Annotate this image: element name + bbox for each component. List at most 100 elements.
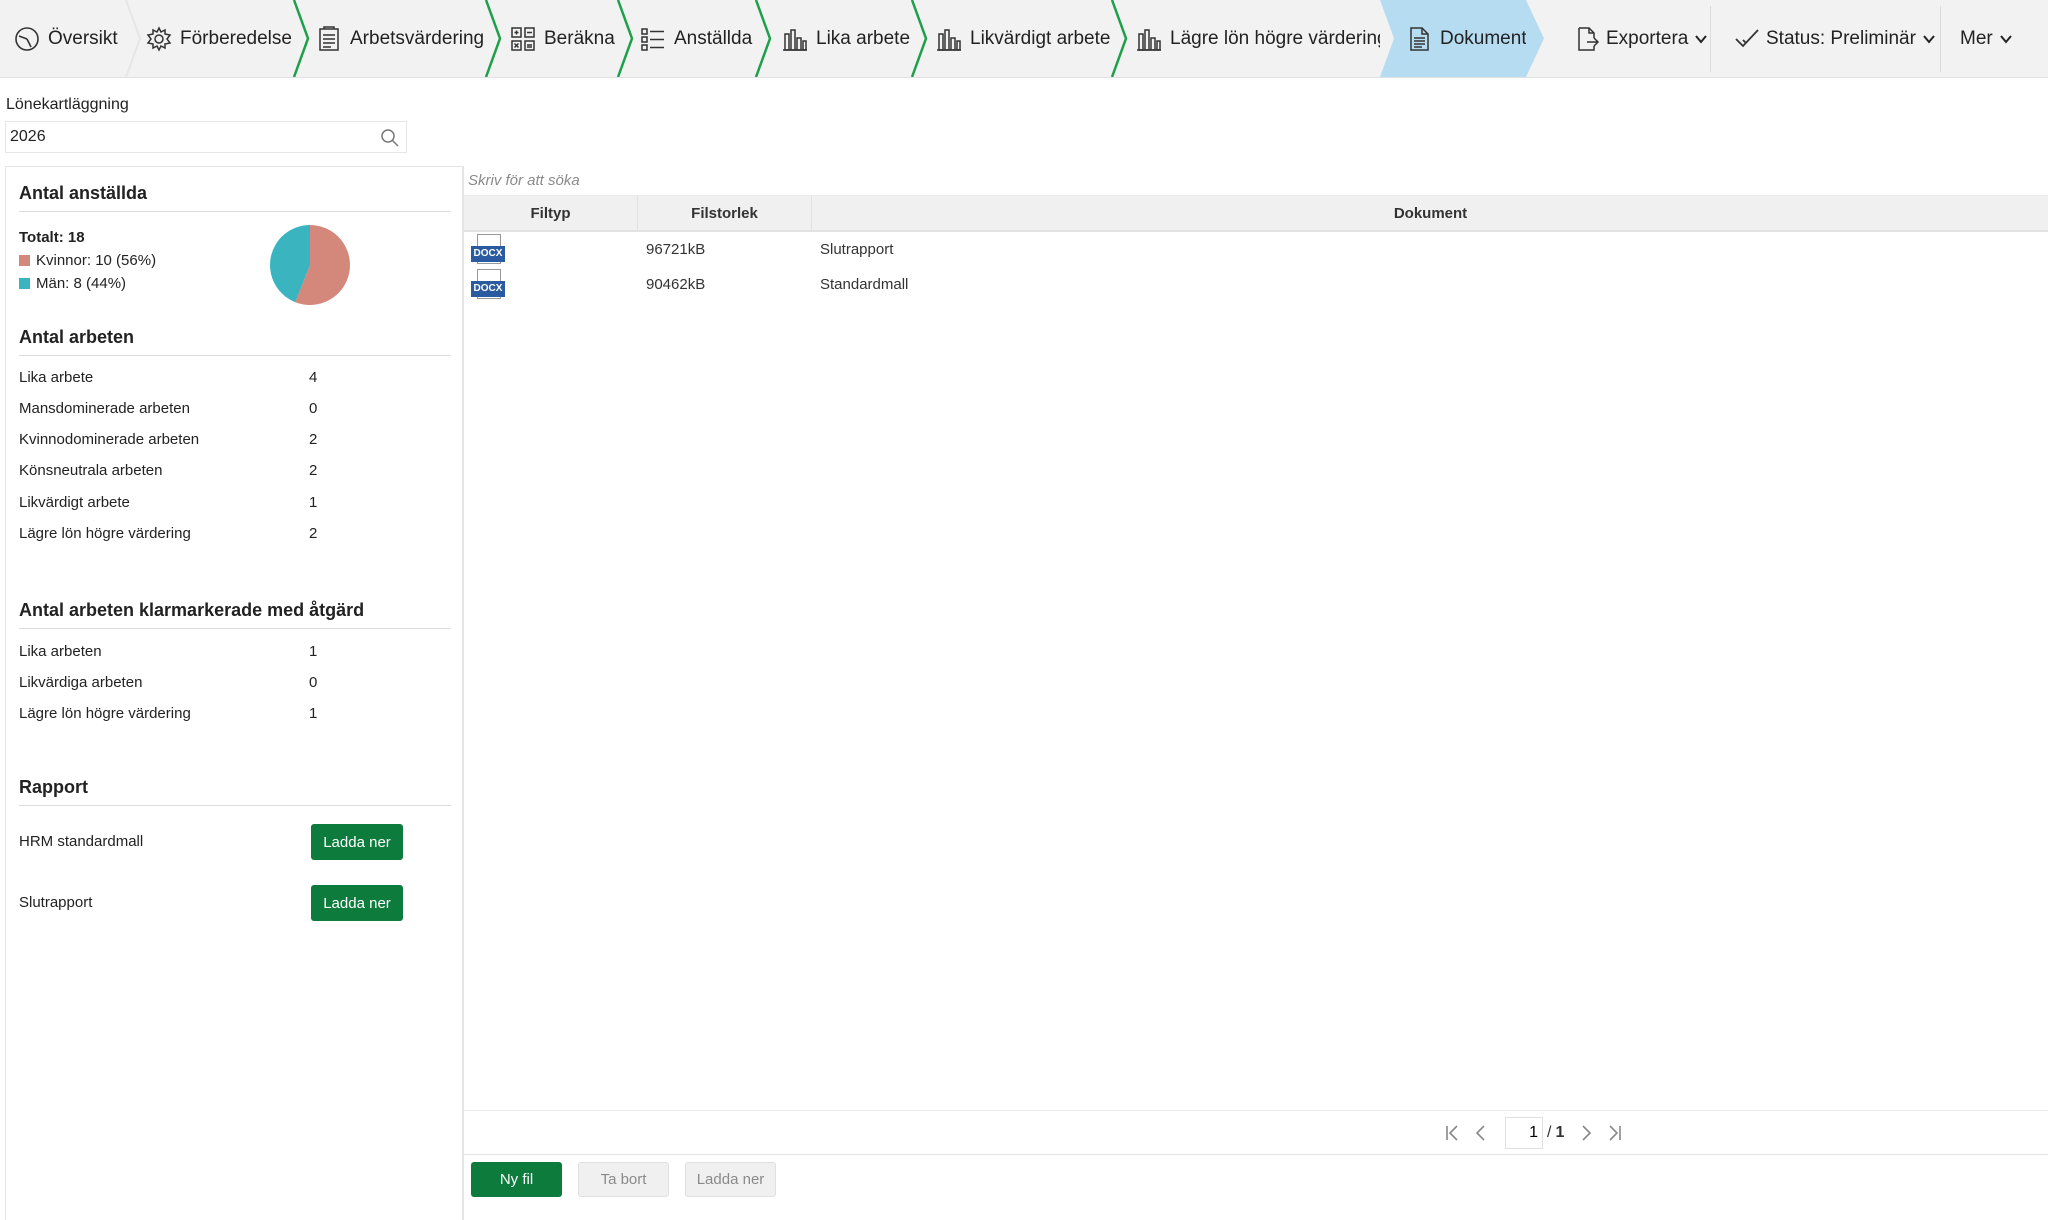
stat-value: 1 bbox=[309, 705, 318, 722]
table-row[interactable]: DOCX 96721kB Slutrapport bbox=[464, 234, 2048, 269]
divider bbox=[1710, 6, 1711, 72]
filter-label: Lönekartläggning bbox=[6, 96, 129, 113]
tab-label: Lägre lön högre värdering bbox=[1170, 27, 1388, 49]
step-separator bbox=[1380, 0, 1394, 77]
list-icon bbox=[640, 26, 666, 52]
divider bbox=[1940, 6, 1941, 72]
employees-total: Totalt: 18 bbox=[19, 229, 85, 246]
stat-label: Likvärdiga arbeten bbox=[19, 674, 143, 691]
report-label-hrm: HRM standardmall bbox=[19, 833, 144, 850]
table-header: Filtyp Filstorlek Dokument bbox=[464, 196, 2048, 232]
table-row[interactable]: DOCX 90462kB Standardmall bbox=[464, 269, 2048, 304]
step-separator bbox=[754, 0, 772, 77]
stat-row: Lägre lön högre värdering 2 bbox=[19, 525, 439, 549]
divider bbox=[464, 1154, 2048, 1155]
tab-label: Beräkna bbox=[544, 27, 615, 49]
step-separator bbox=[292, 0, 310, 77]
stat-row: Lika arbete 4 bbox=[19, 369, 439, 393]
legend-swatch bbox=[19, 255, 30, 266]
last-page-icon[interactable] bbox=[1603, 1122, 1625, 1144]
export-icon bbox=[1574, 26, 1600, 52]
stat-label: Kvinnodominerade arbeten bbox=[19, 431, 200, 448]
tab-lagre-lon-hogre-vardering[interactable]: Lägre lön högre värdering bbox=[1136, 0, 1388, 77]
tab-label: Lika arbete bbox=[816, 27, 911, 49]
stat-row: Kvinnodominerade arbeten 2 bbox=[19, 431, 439, 455]
stat-value: 1 bbox=[309, 494, 318, 511]
more-dropdown[interactable]: Mer bbox=[1960, 0, 2013, 77]
period-input[interactable] bbox=[6, 122, 366, 152]
pagination: / 1 bbox=[1439, 1116, 1628, 1150]
status-dropdown[interactable]: Status: Preliminär bbox=[1734, 0, 1936, 77]
docx-file-icon: DOCX bbox=[471, 234, 505, 266]
legend-men: Män: 8 (44%) bbox=[19, 275, 126, 292]
legend-label: Kvinnor: 10 (56%) bbox=[36, 252, 157, 269]
previous-page-icon[interactable] bbox=[1470, 1122, 1492, 1144]
docx-file-icon: DOCX bbox=[471, 269, 505, 301]
tab-arbetsvardering[interactable]: Arbetsvärdering bbox=[316, 0, 484, 77]
tab-label: Anställda bbox=[674, 27, 753, 49]
page-separator: / bbox=[1547, 1124, 1552, 1141]
documents-panel: Filtyp Filstorlek Dokument DOCX 96721kB … bbox=[463, 166, 2048, 1220]
file-size: 96721kB bbox=[646, 241, 706, 258]
chevron-down-icon bbox=[1999, 34, 2012, 44]
search-icon[interactable] bbox=[380, 128, 400, 148]
export-dropdown[interactable]: Exportera bbox=[1574, 0, 1708, 77]
stat-value: 2 bbox=[309, 525, 318, 542]
gender-pie-chart bbox=[270, 225, 350, 305]
stat-row: Lägre lön högre värdering 1 bbox=[19, 705, 439, 729]
chevron-down-icon bbox=[1695, 34, 1708, 44]
stat-value: 4 bbox=[309, 369, 318, 386]
download-button[interactable]: Ladda ner bbox=[685, 1162, 776, 1197]
divider bbox=[19, 805, 451, 806]
stat-row: Könsneutrala arbeten 2 bbox=[19, 462, 439, 486]
new-file-button[interactable]: Ny fil bbox=[471, 1162, 562, 1197]
stat-row: Likvärdigt arbete 1 bbox=[19, 494, 439, 518]
stat-value: 2 bbox=[309, 431, 318, 448]
tab-label: Översikt bbox=[48, 27, 118, 49]
step-separator bbox=[910, 0, 928, 77]
tab-lika-arbete[interactable]: Lika arbete bbox=[782, 0, 910, 77]
tab-label: Dokument bbox=[1440, 27, 1527, 49]
tab-label: Likvärdigt arbete bbox=[970, 27, 1111, 49]
first-page-icon[interactable] bbox=[1442, 1122, 1464, 1144]
stat-label: Lägre lön högre värdering bbox=[19, 705, 191, 722]
bar-chart-icon bbox=[936, 26, 962, 52]
document-search[interactable] bbox=[464, 166, 2048, 196]
stat-value: 0 bbox=[309, 400, 318, 417]
status-label: Status: Preliminär bbox=[1766, 27, 1916, 49]
checkmark-icon bbox=[1734, 26, 1760, 52]
stat-row: Lika arbeten 1 bbox=[19, 643, 439, 667]
download-slutrapport-button[interactable]: Ladda ner bbox=[311, 885, 403, 921]
bar-chart-icon bbox=[1136, 26, 1162, 52]
stat-label: Lika arbete bbox=[19, 369, 94, 386]
tab-label: Arbetsvärdering bbox=[350, 27, 485, 49]
summary-panel: Antal anställda Totalt: 18 Kvinnor: 10 (… bbox=[5, 166, 463, 1220]
document-search-input[interactable] bbox=[464, 166, 1264, 194]
tab-berakna[interactable]: Beräkna bbox=[510, 0, 615, 77]
column-header-filtyp[interactable]: Filtyp bbox=[464, 196, 638, 230]
divider bbox=[464, 1110, 2048, 1111]
stat-label: Lägre lön högre värdering bbox=[19, 525, 191, 542]
delete-button[interactable]: Ta bort bbox=[578, 1162, 669, 1197]
stat-label: Likvärdigt arbete bbox=[19, 494, 130, 511]
step-separator bbox=[616, 0, 634, 77]
jobs-title: Antal arbeten bbox=[19, 327, 135, 347]
legend-women: Kvinnor: 10 (56%) bbox=[19, 252, 156, 269]
tab-oversikt[interactable]: Översikt bbox=[14, 0, 118, 77]
tab-likvardigt-arbete[interactable]: Likvärdigt arbete bbox=[936, 0, 1110, 77]
column-header-filstorlek[interactable]: Filstorlek bbox=[638, 196, 812, 230]
next-page-icon[interactable] bbox=[1575, 1122, 1597, 1144]
page-number-input[interactable] bbox=[1505, 1117, 1543, 1149]
top-navigation: Översikt Förberedelse Arbetsvärdering Be… bbox=[0, 0, 2048, 78]
tab-dokument[interactable]: Dokument bbox=[1380, 0, 1527, 77]
gear-icon bbox=[146, 25, 172, 52]
period-select[interactable] bbox=[5, 121, 407, 153]
stat-value: 1 bbox=[309, 643, 318, 660]
column-header-dokument[interactable]: Dokument bbox=[812, 196, 2048, 230]
tab-forberedelse[interactable]: Förberedelse bbox=[146, 0, 292, 77]
download-hrm-button[interactable]: Ladda ner bbox=[311, 824, 403, 860]
tab-anstallda[interactable]: Anställda bbox=[640, 0, 752, 77]
page-total: 1 bbox=[1555, 1124, 1565, 1141]
gauge-icon bbox=[14, 26, 40, 52]
checklist-icon bbox=[316, 25, 342, 52]
